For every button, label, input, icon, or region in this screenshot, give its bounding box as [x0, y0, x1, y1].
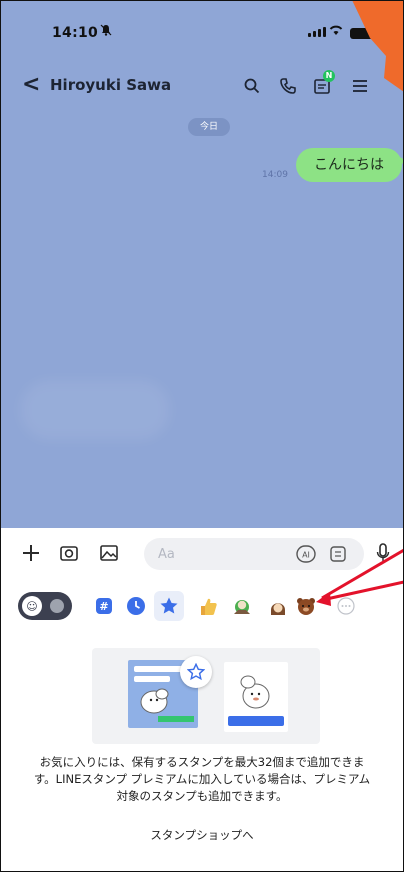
favorites-illustration	[92, 648, 320, 744]
phone-icon[interactable]	[276, 74, 300, 98]
menu-icon[interactable]	[348, 74, 372, 98]
status-bar: 14:10	[0, 0, 404, 70]
mic-icon[interactable]	[370, 540, 396, 566]
search-icon[interactable]	[240, 74, 264, 98]
cell-signal-icon	[308, 27, 326, 37]
chat-header: < Hiroyuki Sawa N	[0, 62, 404, 110]
image-icon[interactable]	[96, 540, 122, 566]
recent-tab[interactable]	[124, 594, 148, 618]
bear-sticker[interactable]	[294, 594, 318, 618]
status-time: 14:10	[52, 25, 99, 41]
svg-text:#: #	[99, 600, 108, 613]
add-favorite-star-icon	[180, 656, 212, 688]
ai-icon[interactable]: AI	[296, 545, 316, 563]
emoji-face-icon: ☺	[22, 596, 42, 616]
more-tab[interactable]	[334, 594, 358, 618]
toggle-dot	[50, 599, 64, 613]
favorites-tab[interactable]	[154, 591, 184, 621]
date-separator: 今日	[188, 118, 230, 136]
thumbs-up-sticker[interactable]	[196, 594, 220, 618]
message-bubble[interactable]: こんにちは	[296, 148, 404, 182]
sticker-icon[interactable]	[328, 545, 348, 563]
svg-text:AI: AI	[302, 551, 310, 560]
camera-icon[interactable]	[56, 540, 82, 566]
input-bar: AI	[0, 528, 404, 580]
sticker-pack-2[interactable]	[266, 594, 290, 618]
chat-area[interactable]: 今日 14:09 こんにちは	[0, 110, 404, 528]
hash-tab[interactable]: #	[92, 594, 116, 618]
background-decoration	[20, 380, 170, 440]
illustration-sticker-card	[224, 662, 288, 732]
plus-icon[interactable]	[18, 540, 44, 566]
notes-icon[interactable]: N	[310, 70, 335, 98]
back-button[interactable]: <	[22, 74, 40, 96]
favorites-description: お気に入りには、保有するスタンプを最大32個まで追加できます。LINEスタンプ …	[33, 755, 371, 803]
bell-off-icon	[100, 24, 112, 39]
battery-icon	[350, 28, 374, 39]
message-time: 14:09	[262, 170, 288, 180]
notes-new-badge: N	[323, 70, 335, 82]
emoji-sticker-toggle[interactable]: ☺	[18, 592, 72, 620]
sticker-pack-1[interactable]	[230, 594, 254, 618]
sticker-tabs: ☺ #	[0, 584, 404, 628]
contact-name[interactable]: Hiroyuki Sawa	[50, 76, 171, 94]
wifi-icon	[328, 23, 344, 41]
favorites-panel: お気に入りには、保有するスタンプを最大32個まで追加できます。LINEスタンプ …	[0, 628, 404, 872]
sticker-shop-button[interactable]: スタンプショップへ	[136, 820, 268, 850]
